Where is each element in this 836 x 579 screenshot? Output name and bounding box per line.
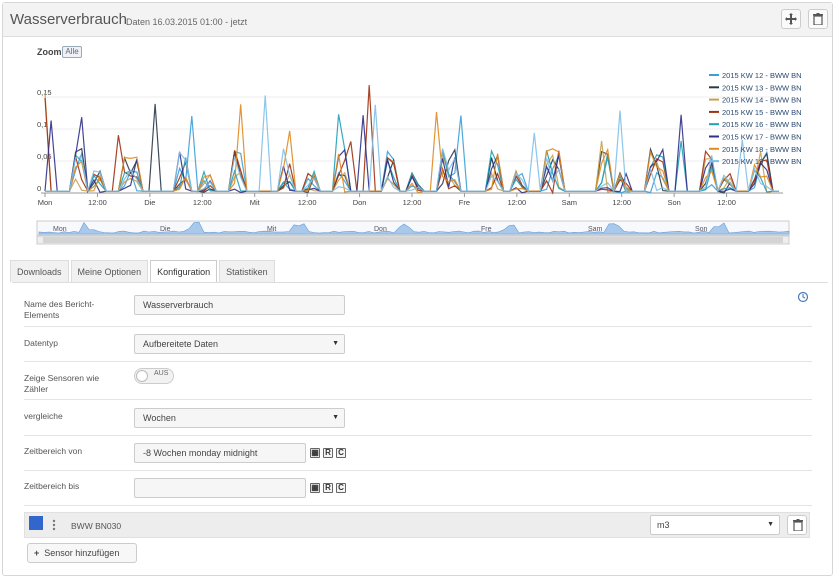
navigator-label: Mit bbox=[267, 226, 276, 233]
drag-handle-icon[interactable] bbox=[52, 519, 56, 531]
chevron-down-icon: ▼ bbox=[332, 414, 339, 421]
bis-input[interactable] bbox=[134, 478, 306, 498]
trash-icon bbox=[793, 519, 803, 531]
x-tick-label: Don bbox=[353, 198, 367, 207]
legend-entry: 2015 KW 15 - BWW BN030 bbox=[722, 108, 801, 117]
x-tick-label: Fre bbox=[459, 198, 470, 207]
x-tick-label: Mit bbox=[250, 198, 261, 207]
bis-label: Zeitbereich bis bbox=[24, 481, 80, 491]
tab-bar: Downloads Meine Optionen Konfiguration S… bbox=[10, 260, 277, 283]
x-tick-label: Son bbox=[667, 198, 680, 207]
report-element-panel: Wasserverbrauch Daten 16.03.2015 01:00 -… bbox=[2, 2, 833, 576]
sensor-color-swatch[interactable] bbox=[29, 516, 43, 530]
datentyp-label: Datentyp bbox=[24, 338, 59, 348]
series-line bbox=[45, 114, 779, 194]
move-icon bbox=[785, 13, 797, 25]
x-tick-label: 12:00 bbox=[717, 198, 736, 207]
plus-icon: + bbox=[34, 548, 40, 558]
y-tick-label: 0,1 bbox=[37, 120, 47, 129]
name-input[interactable]: Wasserverbrauch bbox=[134, 295, 345, 315]
row-vergleiche: vergleiche Wochen ▼ bbox=[24, 400, 812, 436]
legend-entry: 2015 KW 16 - BWW BN030 bbox=[722, 120, 801, 129]
legend-entry: 2015 KW 17 - BWW BN030 bbox=[722, 133, 801, 142]
series-line bbox=[45, 115, 779, 194]
datentyp-value: Aufbereitete Daten bbox=[143, 339, 219, 349]
navigator-label: Sam bbox=[588, 226, 603, 233]
x-tick-label: Sam bbox=[562, 198, 577, 207]
unit-value: m3 bbox=[657, 520, 670, 530]
name-label: Name des Bericht-Elements bbox=[24, 299, 95, 320]
trash-icon bbox=[813, 13, 823, 25]
legend-entry: 2015 KW 18 - BWW BN030 bbox=[722, 145, 801, 154]
y-tick-label: 0 bbox=[37, 184, 41, 193]
toggle-knob bbox=[136, 370, 148, 382]
vergleiche-select[interactable]: Wochen ▼ bbox=[134, 408, 345, 428]
tab-statistiken[interactable]: Statistiken bbox=[219, 260, 275, 282]
row-name: Name des Bericht-Elements Wasserverbrauc… bbox=[24, 283, 812, 327]
tab-meine-optionen[interactable]: Meine Optionen bbox=[70, 260, 149, 282]
relative-icon[interactable]: R bbox=[323, 483, 333, 493]
page-title: Wasserverbrauch bbox=[10, 11, 127, 28]
x-tick-label: Die bbox=[144, 198, 155, 207]
row-bis: Zeitbereich bis ▦ R C bbox=[24, 471, 812, 506]
von-label: Zeitbereich von bbox=[24, 446, 83, 456]
toggle-state-text: AUS bbox=[154, 370, 169, 377]
row-zaehler: Zeige Sensoren wie Zähler AUS bbox=[24, 362, 812, 400]
x-tick-label: Mon bbox=[38, 198, 53, 207]
scrollbar-thumb bbox=[43, 237, 783, 243]
unit-select[interactable]: m3 ▼ bbox=[650, 515, 780, 535]
x-tick-label: 12:00 bbox=[612, 198, 631, 207]
row-datentyp: Datentyp Aufbereitete Daten ▼ bbox=[24, 327, 812, 362]
row-von: Zeitbereich von -8 Wochen monday midnigh… bbox=[24, 436, 812, 471]
sensor-name: BWW BN030 bbox=[71, 521, 122, 531]
calendar-icon[interactable]: ▦ bbox=[310, 483, 320, 493]
data-range-text: Daten 16.03.2015 01:00 - jetzt bbox=[126, 17, 248, 27]
legend-entry: 2015 KW 14 - BWW BN030 bbox=[722, 96, 801, 105]
navigator-label: Fre bbox=[481, 226, 492, 233]
sensor-row: BWW BN030 m3 ▼ bbox=[24, 512, 810, 538]
chevron-down-icon: ▼ bbox=[767, 521, 774, 528]
y-axis-label: m3 bbox=[31, 120, 33, 132]
x-tick-label: 12:00 bbox=[507, 198, 526, 207]
chart-container: Zoom Alle m3 0 0,05 0,1 0,15 Mon 12:00 Die 12:00… bbox=[31, 37, 801, 252]
navigator-label: Die bbox=[160, 226, 171, 233]
y-tick-label: 0,15 bbox=[37, 88, 52, 97]
x-tick-label: 12:00 bbox=[88, 198, 107, 207]
navigator-label: Don bbox=[374, 226, 387, 233]
calendar-icon[interactable]: ▦ bbox=[310, 448, 320, 458]
legend-entry: 2015 KW 19 - BWW BN030 bbox=[722, 157, 801, 166]
clear-icon[interactable]: C bbox=[336, 448, 346, 458]
add-sensor-button[interactable]: + Sensor hinzufügen bbox=[27, 543, 137, 563]
add-sensor-label: Sensor hinzufügen bbox=[44, 548, 120, 558]
navigator-label: Mon bbox=[53, 226, 67, 233]
zaehler-toggle[interactable]: AUS bbox=[134, 368, 174, 384]
series-line bbox=[45, 103, 779, 194]
x-tick-label: 12:00 bbox=[403, 198, 422, 207]
vergleiche-value: Wochen bbox=[143, 413, 176, 423]
zaehler-label: Zeige Sensoren wie Zähler bbox=[24, 373, 100, 394]
move-button[interactable] bbox=[781, 9, 801, 29]
von-input[interactable]: -8 Wochen monday midnight bbox=[134, 443, 306, 463]
chevron-down-icon: ▼ bbox=[332, 340, 339, 347]
series-line bbox=[45, 104, 779, 194]
line-chart[interactable]: m300,050,10,15Mon 12:00 Die 12:00 Mit 12:00 Do… bbox=[31, 37, 801, 252]
vergleiche-label: vergleiche bbox=[24, 411, 63, 421]
tab-downloads[interactable]: Downloads bbox=[10, 260, 69, 282]
series-line bbox=[44, 114, 779, 194]
x-tick-label: 12:00 bbox=[298, 198, 317, 207]
panel-header: Wasserverbrauch Daten 16.03.2015 01:00 -… bbox=[3, 3, 832, 37]
delete-element-button[interactable] bbox=[808, 9, 828, 29]
datentyp-select[interactable]: Aufbereitete Daten ▼ bbox=[134, 334, 345, 354]
remove-sensor-button[interactable] bbox=[787, 515, 807, 535]
clear-icon[interactable]: C bbox=[336, 483, 346, 493]
tab-konfiguration[interactable]: Konfiguration bbox=[150, 260, 218, 283]
x-tick-label: 12:00 bbox=[193, 198, 212, 207]
navigator-label: Son bbox=[695, 226, 708, 233]
legend-entry: 2015 KW 12 - BWW BN030 bbox=[722, 71, 801, 80]
legend-entry: 2015 KW 13 - BWW BN030 bbox=[722, 83, 801, 92]
relative-icon[interactable]: R bbox=[323, 448, 333, 458]
